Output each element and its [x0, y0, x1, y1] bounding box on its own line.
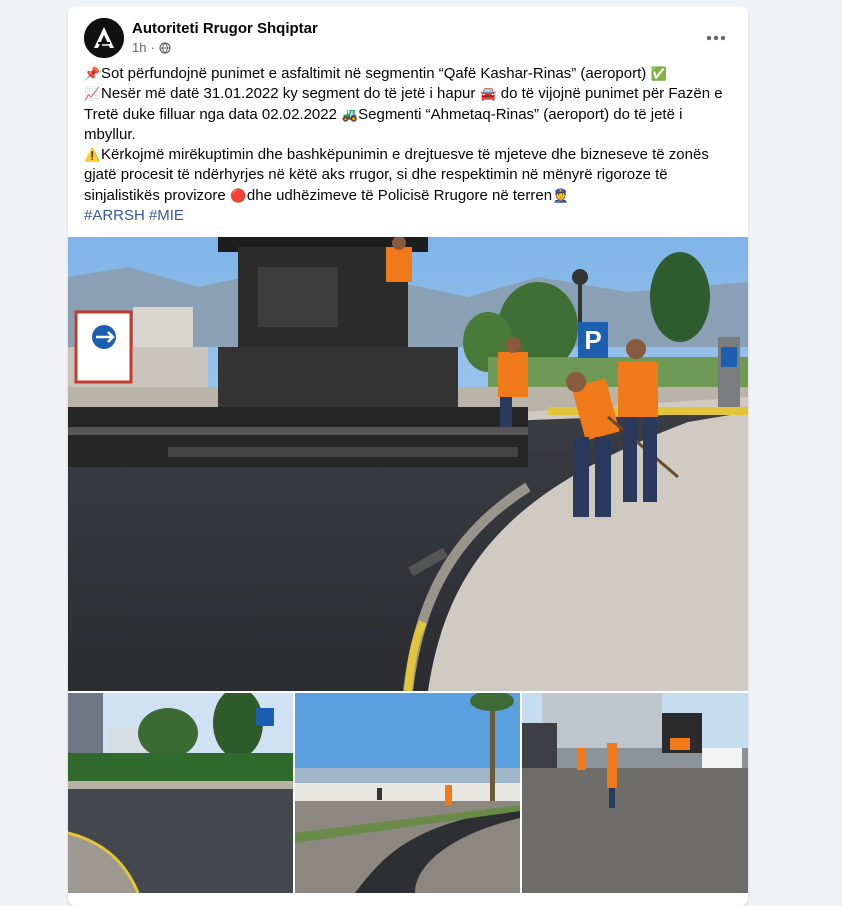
paving-scene-image: P	[68, 237, 748, 691]
post-photo-thumb-1[interactable]	[68, 693, 293, 893]
tractor-icon: 🚜	[341, 106, 358, 122]
post-paragraph-3: ⚠️Kërkojmë mirëkuptimin dhe bashkëpunimi…	[84, 145, 734, 206]
car-icon: 🚘	[479, 86, 497, 102]
post-photo-thumb-3[interactable]	[522, 693, 748, 893]
red-circle-icon: 🔴	[230, 187, 247, 203]
hashtag-mie[interactable]: #MIE	[149, 207, 184, 224]
post-time[interactable]: 1h	[132, 40, 146, 55]
post-card: Autoriteti Rrugor Shqiptar 1h · 📌Sot për…	[68, 6, 748, 906]
post-photo-main[interactable]: P	[68, 237, 748, 691]
check-mark-icon: ✅	[650, 66, 668, 81]
parking-sign-letter: P	[584, 325, 601, 355]
post-photo-grid	[68, 693, 748, 893]
post-text: 📌Sot përfundojnë punimet e asfaltimit në…	[84, 64, 734, 226]
chart-increasing-icon: 📈	[84, 86, 101, 102]
arrsh-logo-icon	[84, 18, 124, 58]
roundabout-image	[68, 693, 293, 893]
police-officer-icon: 👮	[552, 187, 569, 203]
more-horizontal-icon	[706, 35, 726, 41]
page-avatar[interactable]	[84, 18, 124, 58]
post-photo-thumb-2[interactable]	[295, 693, 520, 893]
warning-icon: ⚠️	[84, 147, 101, 163]
new-asphalt-image	[295, 693, 520, 893]
more-options-button[interactable]	[700, 22, 732, 54]
hashtags: #ARRSH #MIE	[84, 206, 734, 226]
hashtag-arrsh[interactable]: #ARRSH	[84, 207, 145, 224]
post-header: Autoriteti Rrugor Shqiptar 1h ·	[84, 18, 732, 58]
post-paragraph-1: 📌Sot përfundojnë punimet e asfaltimit në…	[84, 64, 734, 84]
globe-icon	[159, 41, 171, 54]
pushpin-icon: 📌	[84, 66, 101, 81]
page-name[interactable]: Autoriteti Rrugor Shqiptar	[132, 20, 318, 37]
paving-site-image	[522, 693, 748, 893]
post-paragraph-2: 📈Nesër më datë 31.01.2022 ky segment do …	[84, 85, 723, 143]
post-meta: 1h ·	[132, 40, 171, 55]
